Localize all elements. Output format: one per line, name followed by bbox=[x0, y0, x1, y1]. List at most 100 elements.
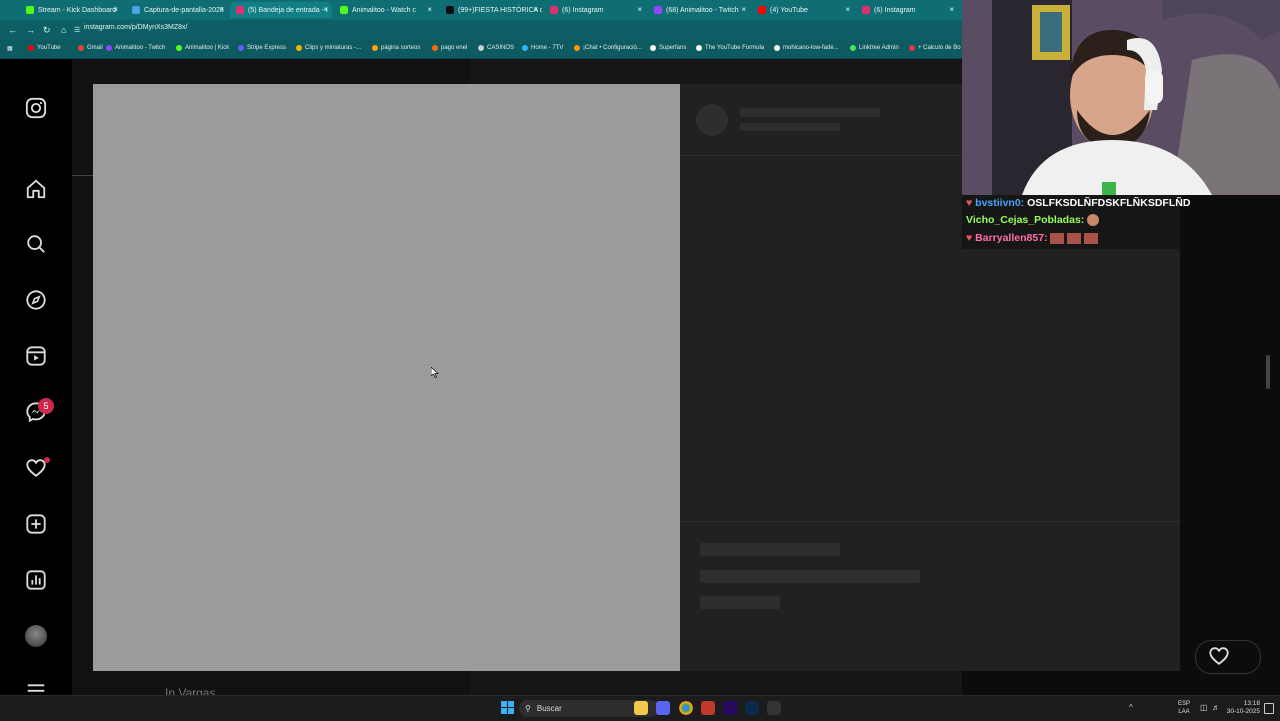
browser-tab[interactable]: (6) Instagram × bbox=[544, 2, 646, 18]
badge-icon: ♥ bbox=[966, 197, 973, 209]
chat-text: OSLFKSDLÑFDSKFLÑKSDFLÑD bbox=[1027, 197, 1191, 209]
language-indicator[interactable]: ESP LAA bbox=[1178, 700, 1190, 716]
browser-tab[interactable]: Captura-de-pantalla-2025 × bbox=[126, 2, 228, 18]
browser-tab[interactable]: (6) Instagram × bbox=[856, 2, 958, 18]
obs-icon[interactable] bbox=[767, 701, 781, 715]
tab-close-icon[interactable]: × bbox=[323, 5, 328, 14]
search-icon: ⚲ bbox=[525, 704, 531, 713]
bookmark-label: Superfans bbox=[659, 45, 687, 51]
home-button-icon[interactable]: ⌂ bbox=[61, 25, 66, 35]
bookmark-label: Home - 7TV bbox=[531, 45, 564, 51]
premiere-icon[interactable] bbox=[723, 701, 737, 715]
browser-tab[interactable]: (68) Animalitoo - Twitch × bbox=[648, 2, 750, 18]
windows-taskbar: ⚲ Buscar ^ ESP LAA ◫ ♬ 13:18 30-10-2025 bbox=[0, 695, 1280, 721]
system-clock[interactable]: 13:18 30-10-2025 bbox=[1226, 700, 1260, 716]
bookmark-item[interactable]: CASINOS bbox=[478, 45, 514, 51]
tab-close-icon[interactable]: × bbox=[741, 5, 746, 14]
bookmark-item[interactable]: mohicano-low-fade... bbox=[774, 45, 839, 51]
app-icon[interactable] bbox=[701, 701, 715, 715]
tab-favicon-icon bbox=[132, 6, 140, 14]
bookmark-label: mohicano-low-fade... bbox=[783, 45, 839, 51]
tab-close-icon[interactable]: × bbox=[637, 5, 642, 14]
reels-icon[interactable] bbox=[24, 344, 48, 368]
bookmark-item[interactable]: ¡Chat • Configuració... bbox=[574, 45, 642, 51]
apps-grid-icon[interactable]: ▦ bbox=[7, 45, 13, 52]
bookmark-favicon-icon bbox=[574, 45, 580, 51]
bookmark-favicon-icon bbox=[478, 45, 484, 51]
bookmark-item[interactable]: Animalitoo - Twitch bbox=[106, 45, 165, 51]
bookmark-item[interactable]: YouTube bbox=[28, 45, 61, 51]
discord-icon[interactable] bbox=[656, 701, 670, 715]
tab-close-icon[interactable]: × bbox=[113, 5, 118, 14]
bookmark-label: Animalitoo - Twitch bbox=[115, 45, 166, 51]
bookmark-item[interactable]: pago enel bbox=[432, 45, 467, 51]
tab-close-icon[interactable]: × bbox=[219, 5, 224, 14]
emote-icon bbox=[1087, 214, 1100, 227]
bookmark-item[interactable]: Animalitoo | Kick bbox=[176, 45, 229, 51]
browser-tab[interactable]: Stream - Kick Dashboard × bbox=[20, 2, 122, 18]
browser-tab[interactable]: Animalitoo - Watch c × bbox=[334, 2, 436, 18]
address-bar-row: ← → ↻ ⌂ ☰ instagram.com/p/DMynXs3MZ8x/ bbox=[0, 20, 962, 40]
bookmark-item[interactable]: página sorteos bbox=[372, 45, 420, 51]
browser-tab[interactable]: (99+)FIESTA HISTÓRICA d × bbox=[440, 2, 542, 18]
bookmark-item[interactable]: Linktree Admin bbox=[850, 45, 899, 51]
streamer-webcam-image bbox=[962, 0, 1280, 196]
bookmark-favicon-icon bbox=[774, 45, 780, 51]
search-placeholder: Buscar bbox=[536, 704, 562, 713]
site-info-icon[interactable]: ☰ bbox=[74, 26, 80, 34]
mouse-cursor-icon bbox=[431, 367, 439, 378]
forward-icon[interactable]: → bbox=[26, 25, 35, 35]
bookmark-favicon-icon bbox=[696, 45, 702, 51]
notifications-icon[interactable] bbox=[1264, 703, 1274, 714]
chat-message: Vicho_Cejas_Pobladas: bbox=[966, 214, 1100, 227]
create-icon[interactable] bbox=[24, 512, 48, 536]
bookmark-item[interactable]: Gmail bbox=[78, 45, 103, 51]
tab-label: (5) Bandeja de entrada - I bbox=[248, 6, 328, 14]
bookmark-favicon-icon bbox=[106, 45, 112, 51]
tab-favicon-icon bbox=[862, 6, 870, 14]
chrome-icon[interactable] bbox=[679, 701, 693, 715]
search-icon[interactable] bbox=[24, 232, 48, 256]
author-avatar-skeleton bbox=[696, 104, 728, 136]
bookmark-label: ¡Chat • Configuració... bbox=[583, 45, 642, 51]
tab-label: (99+)FIESTA HISTÓRICA d bbox=[458, 6, 542, 14]
dashboard-icon[interactable] bbox=[24, 568, 48, 592]
tab-favicon-icon bbox=[26, 6, 34, 14]
reload-icon[interactable]: ↻ bbox=[43, 25, 51, 36]
notification-dot bbox=[44, 457, 50, 463]
lang-layout: LAA bbox=[1178, 709, 1190, 715]
tab-label: (68) Animalitoo - Twitch bbox=[666, 6, 739, 14]
bookmark-favicon-icon bbox=[296, 45, 302, 51]
explore-icon[interactable] bbox=[24, 288, 48, 312]
tab-close-icon[interactable]: × bbox=[949, 5, 954, 14]
bookmark-favicon-icon bbox=[78, 45, 84, 51]
file-explorer-icon[interactable] bbox=[634, 701, 648, 715]
tray-chevron-icon[interactable]: ^ bbox=[1129, 703, 1133, 712]
like-heart-icon[interactable] bbox=[1207, 645, 1231, 667]
stream-chat-overlay: ♥ bvstiivn0: OSLFKSDLÑFDSKFLÑKSDFLÑD Vic… bbox=[962, 195, 1190, 249]
bookmark-item[interactable]: Superfans bbox=[650, 45, 686, 51]
browser-tab-bar: Stream - Kick Dashboard × Captura-de-panta… bbox=[0, 0, 962, 20]
photoshop-icon[interactable] bbox=[745, 701, 759, 715]
browser-tab[interactable]: (4) YouTube × bbox=[752, 2, 854, 18]
tab-close-icon[interactable]: × bbox=[845, 5, 850, 14]
post-media-placeholder[interactable] bbox=[93, 84, 680, 671]
tab-close-icon[interactable]: × bbox=[533, 5, 538, 14]
page-scrollbar-thumb[interactable] bbox=[1266, 355, 1270, 389]
tab-close-icon[interactable]: × bbox=[427, 5, 432, 14]
home-icon[interactable] bbox=[24, 177, 48, 201]
network-icon[interactable]: ◫ bbox=[1200, 703, 1208, 712]
url-input[interactable]: instagram.com/p/DMynXs3MZ8x/ bbox=[84, 24, 187, 31]
bookmark-item[interactable]: Home - 7TV bbox=[522, 45, 563, 51]
volume-icon[interactable]: ♬ bbox=[1212, 703, 1220, 712]
bookmark-item[interactable]: Clips y miniaturas -... bbox=[296, 45, 361, 51]
browser-tab[interactable]: (5) Bandeja de entrada - I × bbox=[230, 2, 332, 18]
bookmark-item[interactable]: The YouTube Formula bbox=[696, 45, 764, 51]
bookmark-item[interactable]: + Calculo de Bo bbox=[909, 45, 961, 51]
windows-start-icon[interactable] bbox=[501, 701, 514, 719]
back-icon[interactable]: ← bbox=[8, 25, 17, 35]
profile-avatar[interactable] bbox=[24, 624, 48, 648]
bookmark-favicon-icon bbox=[650, 45, 656, 51]
bookmark-item[interactable]: Stripe Express bbox=[238, 45, 286, 51]
instagram-icon[interactable] bbox=[24, 96, 48, 120]
